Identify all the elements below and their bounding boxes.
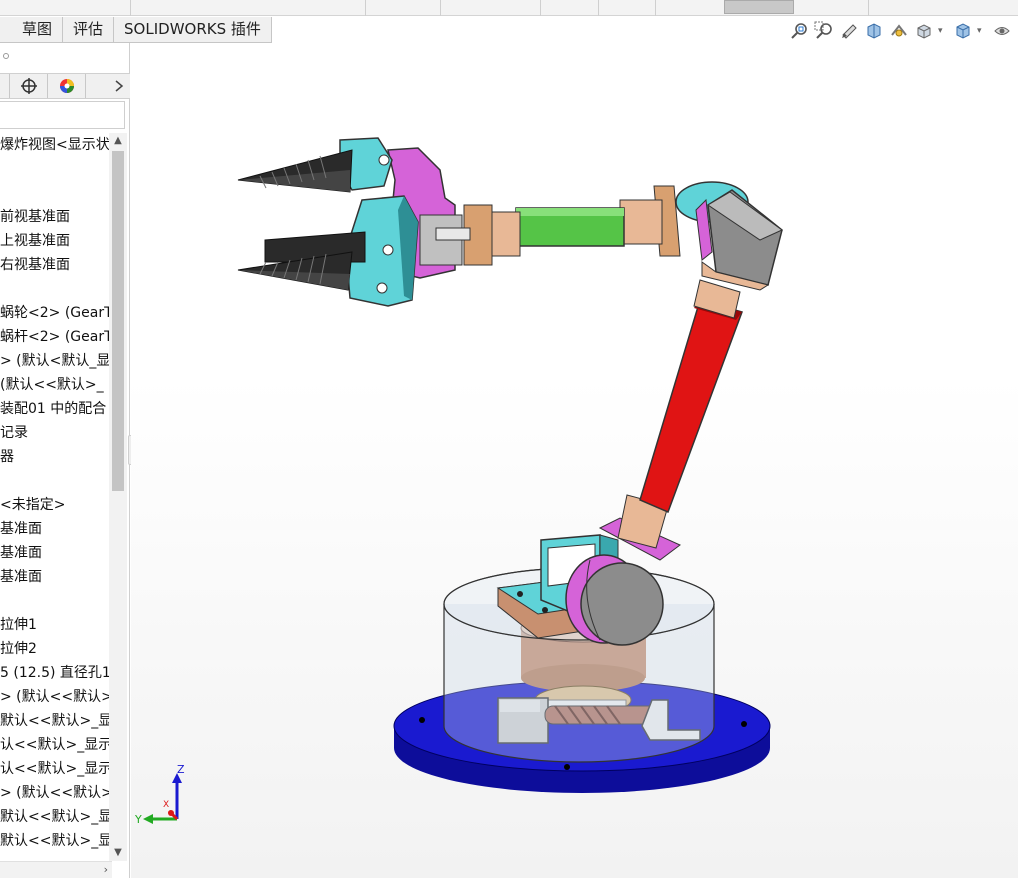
feature-manager-icon[interactable] xyxy=(0,74,10,98)
tree-item[interactable]: 记录 xyxy=(0,421,28,445)
tree-item[interactable]: 爆炸视图<显示状态- xyxy=(0,133,112,157)
tree-item[interactable]: 默认<<默认>_显 xyxy=(0,829,112,853)
graphics-area[interactable]: Z Y X xyxy=(131,43,1018,878)
coordinate-triad: Z Y X xyxy=(135,763,185,826)
hide-show-icon[interactable] xyxy=(952,20,974,42)
tree-horizontal-scrollbar[interactable]: › xyxy=(0,861,112,878)
z-axis-label: Z xyxy=(177,763,185,776)
tree-item[interactable]: 基准面 xyxy=(0,565,42,589)
elbow-joint[interactable] xyxy=(675,181,783,291)
feature-manager-panel: 爆炸视图<显示状态- 前视基准面上视基准面右视基准面蜗轮<2> (GearTr蜗杆… xyxy=(0,43,130,878)
tab-evaluate[interactable]: 评估 xyxy=(63,17,115,43)
feature-tree: 爆炸视图<显示状态- 前视基准面上视基准面右视基准面蜗轮<2> (GearTr蜗杆… xyxy=(0,133,112,861)
tree-item[interactable]: 蜗杆<2> (GearTr xyxy=(0,325,112,349)
tree-item[interactable]: > (默认<默认_显 xyxy=(0,349,110,373)
tree-item[interactable]: <未指定> xyxy=(0,493,65,517)
tree-item[interactable]: 蜗轮<2> (GearTr xyxy=(0,301,112,325)
tree-item[interactable]: 5 (12.5) 直径孔1 xyxy=(0,661,111,685)
scroll-right-icon[interactable]: › xyxy=(104,862,108,878)
tree-item[interactable]: 默认<<默认>_显 xyxy=(0,709,112,733)
panel-tab-bar xyxy=(0,73,130,99)
chevron-right-icon[interactable] xyxy=(86,74,130,98)
ribbon-active-button[interactable] xyxy=(724,0,794,14)
x-axis-label: X xyxy=(163,800,169,810)
tree-item[interactable]: (默认<<默认>_ xyxy=(0,373,104,397)
appearance-icon[interactable] xyxy=(991,20,1013,42)
tree-item[interactable]: > (默认<<默认> xyxy=(0,781,112,805)
chevron-down-icon[interactable]: ▾ xyxy=(977,20,985,42)
tree-item[interactable]: 拉伸2 xyxy=(0,637,37,661)
dimxpert-icon[interactable] xyxy=(10,74,48,98)
heads-up-view-toolbar: ▾ ▾ xyxy=(788,20,1016,42)
tree-filter-input[interactable] xyxy=(0,101,125,129)
shoulder-motor[interactable] xyxy=(565,554,664,646)
tree-item[interactable]: 基准面 xyxy=(0,517,42,541)
tree-item[interactable]: 拉伸1 xyxy=(0,613,37,637)
view-orientation-icon[interactable] xyxy=(888,20,910,42)
tab-sketch[interactable]: 草图 xyxy=(0,17,64,43)
tree-item[interactable]: 认<<默认>_显示 xyxy=(0,733,112,757)
upper-arm[interactable] xyxy=(598,279,743,561)
tree-item[interactable]: 装配01 中的配合 xyxy=(0,397,106,421)
zoom-area-icon[interactable] xyxy=(813,20,835,42)
display-manager-icon[interactable] xyxy=(48,74,86,98)
tree-item[interactable]: 右视基准面 xyxy=(0,253,70,277)
tab-solidworks-addins[interactable]: SOLIDWORKS 插件 xyxy=(114,17,272,43)
y-axis-label: Y xyxy=(135,813,142,826)
tree-item[interactable]: 认<<默认>_显示 xyxy=(0,757,112,781)
x-axis-tip xyxy=(168,810,174,816)
tree-item[interactable]: 基准面 xyxy=(0,541,42,565)
ribbon-top-strip xyxy=(0,0,1018,16)
tree-vertical-scrollbar[interactable]: ▲ ▼ xyxy=(109,133,127,861)
tree-item[interactable]: 默认<<默认>_显示 xyxy=(0,805,112,829)
scroll-thumb[interactable] xyxy=(112,151,124,491)
display-style-icon[interactable] xyxy=(913,20,935,42)
gripper[interactable] xyxy=(237,137,471,307)
tree-item[interactable]: 前视基准面 xyxy=(0,205,70,229)
command-manager-tabs: 草图 评估 SOLIDWORKS 插件 xyxy=(0,17,272,43)
tree-item[interactable]: > (默认<<默认> xyxy=(0,685,112,709)
panel-pin-icon[interactable] xyxy=(3,53,9,59)
scroll-down-icon[interactable]: ▼ xyxy=(109,845,127,861)
scroll-up-icon[interactable]: ▲ xyxy=(109,133,127,149)
zoom-to-fit-icon[interactable] xyxy=(788,20,810,42)
forearm[interactable] xyxy=(463,185,681,266)
section-view-icon[interactable] xyxy=(863,20,885,42)
y-axis-arrow xyxy=(143,814,153,824)
chevron-down-icon[interactable]: ▾ xyxy=(938,20,946,42)
tree-item[interactable]: 器 xyxy=(0,445,14,469)
tree-item[interactable]: 上视基准面 xyxy=(0,229,70,253)
robot-arm-model[interactable] xyxy=(131,43,1018,878)
previous-view-icon[interactable] xyxy=(838,20,860,42)
